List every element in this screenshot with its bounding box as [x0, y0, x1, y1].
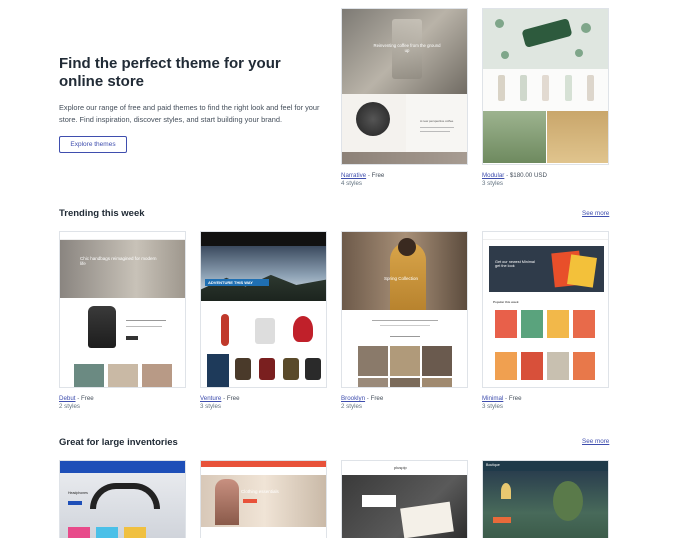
theme-thumbnail-brooklyn[interactable]: Spring Collection	[341, 231, 468, 388]
theme-meta-modular: Modular - $180.00 USD 3 styles	[482, 172, 609, 188]
theme-styles-count: 3 styles	[482, 403, 503, 410]
narrative-hero-text: Reinventing coffee from the ground up	[373, 43, 441, 53]
theme-styles-count: 3 styles	[200, 403, 221, 410]
theme-thumbnail-debut[interactable]: Chic handbags reimagined for modern life	[59, 231, 186, 388]
theme-link-venture[interactable]: Venture	[200, 395, 221, 402]
theme-link-narrative[interactable]: Narrative	[341, 172, 366, 179]
minimal-hero-text: Get our newest Minimal get the look	[495, 260, 535, 268]
theme-meta-minimal: Minimal - Free 3 styles	[482, 395, 609, 411]
hero-section: Find the perfect theme for your online s…	[59, 55, 329, 153]
theme-styles-count: 3 styles	[482, 180, 503, 187]
theme-thumbnail-inventory-2[interactable]: Clothing essentials	[200, 460, 327, 538]
theme-thumbnail-modular[interactable]	[482, 8, 609, 165]
theme-card-inventory-4: Boutique	[482, 460, 609, 538]
inventory-2-text: Clothing essentials	[241, 489, 279, 494]
theme-link-debut[interactable]: Debut	[59, 395, 76, 402]
theme-link-brooklyn[interactable]: Brooklyn	[341, 395, 365, 402]
theme-meta-debut: Debut - Free 2 styles	[59, 395, 186, 411]
theme-card-venture: ADVENTURE THIS WAY Venture - Free 3 styl…	[200, 231, 327, 411]
theme-price: Free	[371, 172, 385, 179]
explore-themes-button[interactable]: Explore themes	[59, 136, 127, 153]
venture-banner-text: ADVENTURE THIS WAY	[208, 280, 253, 285]
theme-styles-count: 2 styles	[59, 403, 80, 410]
debut-hero-text: Chic handbags reimagined for modern life	[80, 256, 157, 266]
see-more-trending-link[interactable]: See more	[582, 210, 609, 217]
section-title-large-inventories: Great for large inventories	[59, 437, 178, 448]
theme-card-inventory-3: pluspip	[341, 460, 468, 538]
theme-meta-brooklyn: Brooklyn - Free 2 styles	[341, 395, 468, 411]
theme-card-narrative: Reinventing coffee from the ground up A …	[341, 8, 468, 188]
theme-thumbnail-inventory-3[interactable]: pluspip	[341, 460, 468, 538]
theme-thumbnail-venture[interactable]: ADVENTURE THIS WAY	[200, 231, 327, 388]
theme-price: Free	[370, 395, 384, 402]
theme-card-inventory-2: Clothing essentials	[200, 460, 327, 538]
inventory-1-text: Headphones	[68, 491, 88, 495]
theme-price: Free	[81, 395, 94, 402]
theme-meta-narrative: Narrative - Free 4 styles	[341, 172, 468, 188]
hero-description: Explore our range of free and paid theme…	[59, 103, 320, 124]
inventory-4-text: Boutique	[486, 463, 500, 467]
theme-styles-count: 4 styles	[341, 180, 362, 187]
inventory-3-text: pluspip	[394, 465, 407, 470]
theme-link-modular[interactable]: Modular	[482, 172, 504, 179]
theme-thumbnail-inventory-1[interactable]: Headphones	[59, 460, 186, 538]
theme-card-modular: Modular - $180.00 USD 3 styles	[482, 8, 609, 188]
see-more-large-inventories-link[interactable]: See more	[582, 438, 609, 445]
theme-link-minimal[interactable]: Minimal	[482, 395, 503, 402]
hero-title: Find the perfect theme for your online s…	[59, 55, 281, 90]
theme-thumbnail-inventory-4[interactable]: Boutique	[482, 460, 609, 538]
theme-card-minimal: Get our newest Minimal get the look Popu…	[482, 231, 609, 411]
theme-styles-count: 2 styles	[341, 403, 362, 410]
theme-card-debut: Chic handbags reimagined for modern life…	[59, 231, 186, 411]
brooklyn-hero-text: Spring Collection	[384, 276, 419, 281]
theme-price: Free	[508, 395, 522, 402]
theme-price: Free	[226, 395, 240, 402]
theme-thumbnail-minimal[interactable]: Get our newest Minimal get the look Popu…	[482, 231, 609, 388]
theme-price: $180.00 USD	[509, 172, 548, 179]
theme-meta-venture: Venture - Free 3 styles	[200, 395, 327, 411]
theme-thumbnail-narrative[interactable]: Reinventing coffee from the ground up A …	[341, 8, 468, 165]
section-title-trending: Trending this week	[59, 208, 145, 219]
theme-card-brooklyn: Spring Collection Brooklyn - Free 2 styl…	[341, 231, 468, 411]
narrative-sub-text: A new perspective coffee	[420, 119, 454, 123]
theme-card-inventory-1: Headphones	[59, 460, 186, 538]
